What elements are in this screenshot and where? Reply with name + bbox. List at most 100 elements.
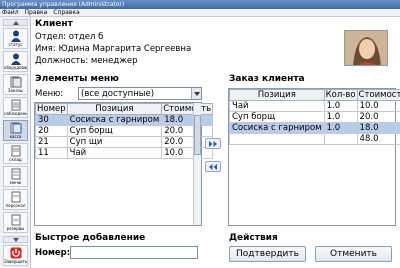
sidebar-item-label: Заказы — [7, 88, 24, 93]
window-title: Программа управления (Administrator) — [0, 0, 400, 9]
client-department: Отдел: отдел б — [35, 32, 104, 42]
number-input[interactable] — [70, 246, 198, 259]
double-chevron-right-icon — [209, 141, 217, 147]
chevron-up-icon — [13, 21, 19, 25]
power-icon — [10, 247, 22, 259]
menu-select-value: (все доступные) — [81, 89, 155, 99]
sidebar-scroll-up-button[interactable] — [3, 19, 28, 26]
chevron-down-icon — [13, 238, 19, 242]
column-header-number[interactable]: Номер — [35, 103, 68, 115]
cell-item: Чай — [66, 147, 163, 159]
sidebar-item-status[interactable]: статус — [3, 28, 28, 49]
sidebar-item-orders[interactable]: Заказы — [3, 74, 28, 95]
menu-items-table: Номер Позиция Стоимость 30 Сосиска с гар… — [34, 102, 214, 226]
order-title: Заказ клиента — [229, 74, 305, 84]
cell-quantity: 1.0 — [323, 100, 358, 112]
dropdown-button[interactable] — [191, 88, 201, 99]
menu-items-title: Элементы меню — [35, 74, 119, 84]
cell-price: 18.0 — [161, 114, 214, 126]
client-position: Должность: менеджер — [35, 56, 138, 66]
sidebar-item-label: наблюдение — [4, 111, 27, 116]
confirm-button[interactable]: Подтвердить — [229, 246, 306, 262]
cell-item: Сосиска с гарниром — [229, 122, 325, 134]
order-total: 48.0 — [356, 133, 400, 145]
sidebar-item-menu[interactable]: меню — [3, 166, 28, 187]
actions-title: Действия — [229, 233, 278, 243]
sidebar-scroll-down-button[interactable] — [3, 236, 28, 243]
sidebar-item-equipment[interactable]: оборудование — [3, 51, 28, 72]
cell-number: 11 — [35, 147, 68, 159]
table-row[interactable]: 20 Суп борщ 20.0 — [35, 125, 214, 137]
person-icon — [11, 30, 21, 42]
document-icon — [11, 168, 21, 180]
order-table: Позиция Кол-во Стоимость Чай 1.0 10.0 Су… — [228, 88, 400, 226]
sidebar-item-label: оборудование — [4, 65, 27, 70]
sidebar-item-label: статус — [8, 42, 23, 47]
cell-quantity: 1.0 — [323, 111, 358, 123]
sidebar-item-monitoring[interactable]: наблюдение — [3, 97, 28, 118]
document-icon — [11, 191, 21, 203]
menu-table-scrollbar[interactable] — [193, 103, 201, 225]
person-icon — [11, 53, 21, 65]
menu-file[interactable]: Файл — [2, 9, 19, 16]
total-row: 48.0 — [229, 133, 400, 145]
sidebar: статус оборудование Заказы наблюдение ка… — [0, 17, 31, 268]
cell-item: Суп борщ — [66, 125, 163, 137]
column-header-price[interactable]: Стоимость — [161, 103, 214, 115]
sidebar-item-label: склад — [9, 157, 22, 162]
scrollbar-thumb[interactable] — [194, 115, 201, 155]
table-row[interactable]: 21 Суп щи 20.0 — [35, 136, 214, 148]
cell-quantity: 1.0 — [323, 122, 358, 134]
cell-quantity — [323, 133, 358, 145]
document-icon — [11, 214, 21, 226]
client-photo — [344, 30, 388, 66]
sidebar-item-warehouse[interactable]: склад — [3, 143, 28, 164]
menu-help[interactable]: Справка — [53, 9, 79, 16]
cell-item: Чай — [229, 100, 325, 112]
forms-icon — [10, 76, 22, 88]
exit-label: Завершить работу — [4, 259, 27, 264]
quick-add-title: Быстрое добавление — [35, 233, 146, 243]
column-header-item[interactable]: Позиция — [66, 103, 163, 115]
sidebar-item-label: резервы — [6, 226, 25, 231]
cell-price: 10.0 — [161, 147, 214, 159]
column-header-quantity[interactable]: Кол-во — [323, 89, 358, 101]
client-title: Клиент — [35, 19, 73, 29]
sidebar-item-label: касса — [9, 134, 22, 139]
cell-item: Суп борщ — [229, 111, 325, 123]
sidebar-item-label: меню — [9, 180, 22, 185]
column-header-price[interactable]: Стоимость — [356, 89, 400, 101]
document-icon — [11, 145, 21, 157]
sidebar-item-label: персонал — [5, 203, 26, 208]
cell-price: 18.0 — [356, 122, 400, 134]
cell-item: Сосиска с гарниром — [66, 114, 163, 126]
add-to-order-button[interactable] — [205, 138, 221, 149]
table-row[interactable]: 11 Чай 10.0 — [35, 147, 214, 159]
sidebar-item-reserves[interactable]: резервы — [3, 212, 28, 233]
cell-number: 30 — [35, 114, 68, 126]
document-icon — [11, 99, 21, 111]
cell-item — [229, 133, 325, 145]
menu-select[interactable]: (все доступные) — [78, 87, 202, 100]
menu-edit[interactable]: Правка — [25, 9, 48, 16]
remove-from-order-button[interactable] — [205, 161, 221, 172]
cell-price: 20.0 — [356, 111, 400, 123]
table-row[interactable]: 30 Сосиска с гарниром 18.0 — [35, 114, 214, 126]
cell-number: 21 — [35, 136, 68, 148]
cancel-button[interactable]: Отменить — [315, 246, 392, 262]
exit-button[interactable]: Завершить работу — [3, 245, 28, 266]
table-row[interactable]: Сосиска с гарниром 1.0 18.0 — [229, 122, 400, 134]
cell-price: 10.0 — [356, 100, 400, 112]
chevron-down-icon — [194, 92, 200, 96]
sidebar-item-staff[interactable]: персонал — [3, 189, 28, 210]
column-header-item[interactable]: Позиция — [229, 89, 325, 101]
client-name: Имя: Юдина Маргарита Сергеевна — [35, 44, 192, 54]
number-label: Номер: — [35, 248, 71, 258]
sidebar-item-cashier[interactable]: касса — [3, 120, 28, 141]
cell-number: 20 — [35, 125, 68, 137]
menubar: Файл Правка Справка — [0, 9, 400, 17]
cell-item: Суп щи — [66, 136, 163, 148]
double-chevron-left-icon — [209, 164, 217, 170]
table-row[interactable]: Чай 1.0 10.0 — [229, 100, 400, 112]
table-row[interactable]: Суп борщ 1.0 20.0 — [229, 111, 400, 123]
